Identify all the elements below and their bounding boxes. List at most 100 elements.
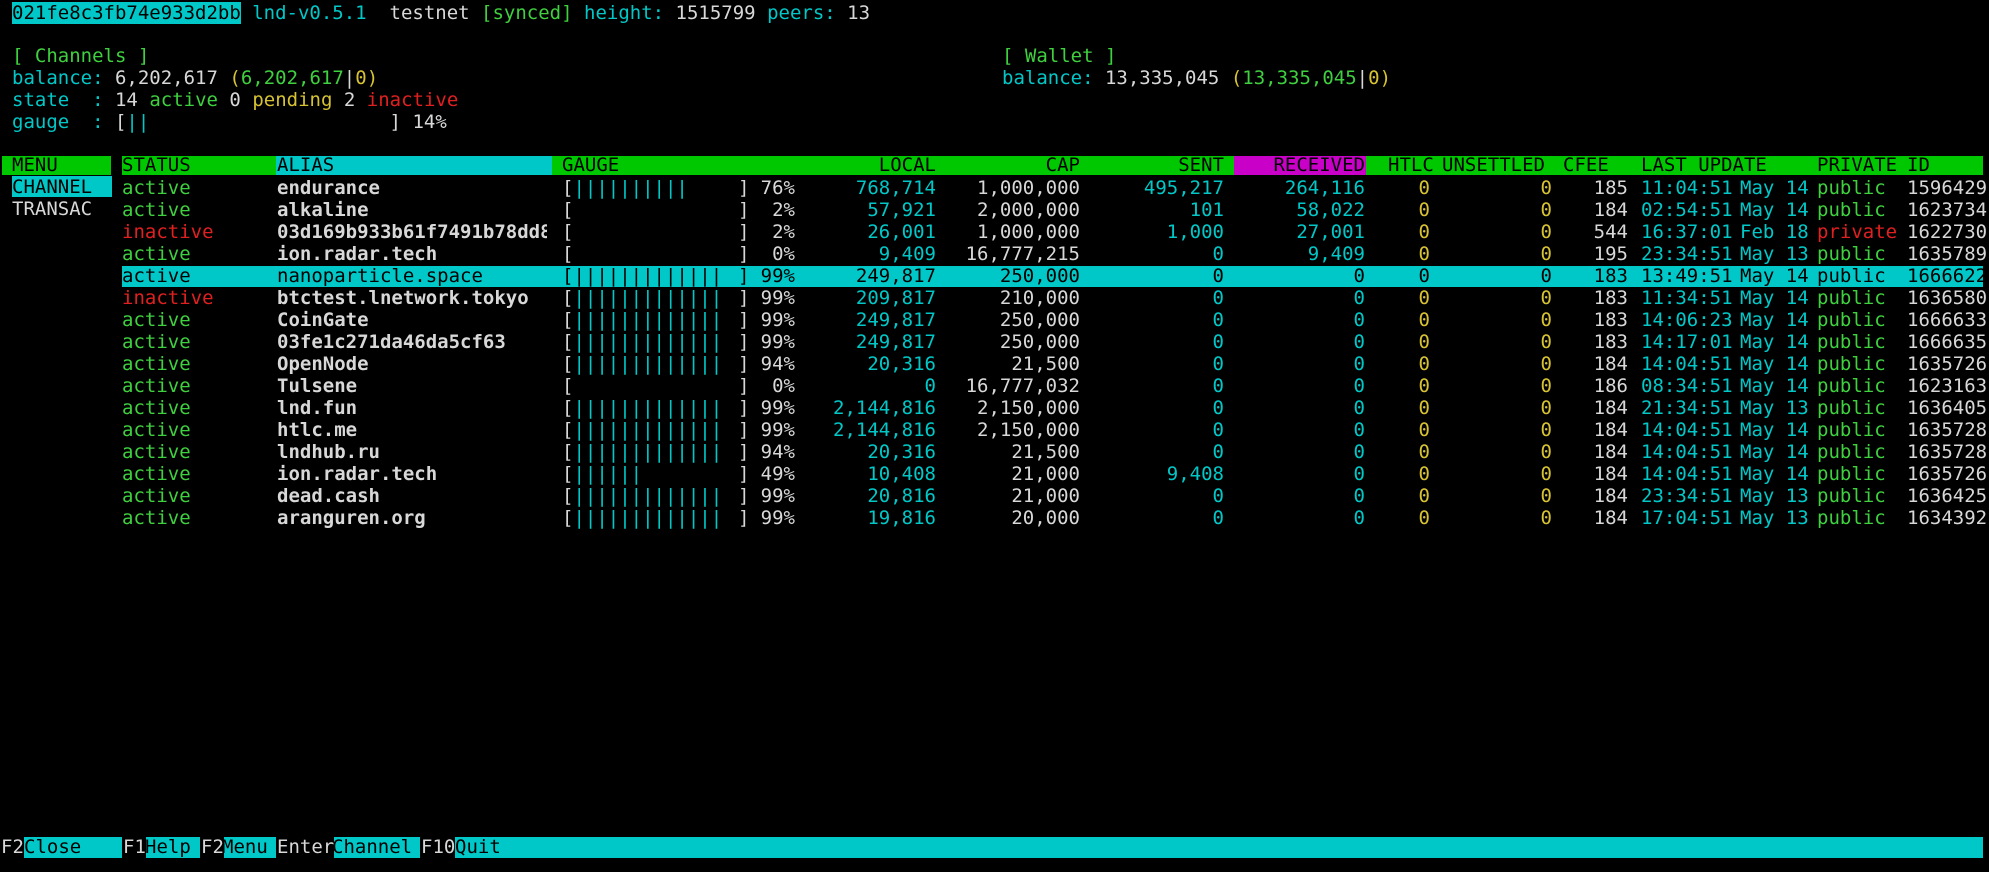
- col-header-id[interactable]: ID: [1907, 156, 1967, 175]
- cell-received: 0: [1353, 287, 1365, 309]
- fkey-f10-key[interactable]: F10: [420, 837, 456, 858]
- gauge-bracket-right: ]: [738, 419, 750, 441]
- cell-cap: 21,000: [1011, 485, 1080, 507]
- cell-cap: 250,000: [999, 309, 1080, 331]
- cell-local: 26,001: [867, 221, 936, 243]
- col-header-sent[interactable]: SENT: [1100, 156, 1224, 175]
- cell-private: public: [1817, 441, 1886, 463]
- col-header-status[interactable]: STATUS: [122, 156, 272, 175]
- fkey-f1-key[interactable]: F1: [122, 837, 146, 858]
- wallet-title: [ Wallet ]: [1002, 45, 1117, 67]
- cell-date: May 14: [1740, 177, 1809, 199]
- cell-date: May 14: [1740, 463, 1809, 485]
- cell-gauge: [: [562, 199, 752, 221]
- col-header-cfee[interactable]: CFEE: [1563, 156, 1623, 175]
- fkey-enter-key[interactable]: Enter: [276, 837, 335, 858]
- cell-id: 1634392: [1907, 507, 1987, 529]
- cell-date: May 13: [1740, 397, 1809, 419]
- gauge-bar: ||||||: [573, 463, 643, 485]
- menu-item-channel[interactable]: CHANNEL: [12, 176, 112, 198]
- cell-sent: 0: [1212, 265, 1224, 287]
- gauge-bracket-left: [: [562, 199, 574, 221]
- state-label: state :: [12, 89, 104, 111]
- cell-id: 1622730: [1907, 221, 1987, 243]
- cell-cap: 210,000: [999, 287, 1080, 309]
- cell-alias: lnd.fun: [277, 397, 358, 419]
- gauge-label: gauge :: [12, 111, 104, 133]
- cell-time: 23:34:51: [1641, 243, 1733, 265]
- gauge-bar: |||||||||||||: [573, 309, 723, 331]
- cell-id: 1636425: [1907, 485, 1987, 507]
- cell-id: 1636580: [1907, 287, 1987, 309]
- col-header-last-update[interactable]: LAST UPDATE: [1641, 156, 1791, 175]
- col-header-received[interactable]: RECEIVED: [1234, 156, 1365, 175]
- fkey-quit-label[interactable]: Quit: [455, 837, 515, 858]
- cell-local: 10,408: [867, 463, 936, 485]
- cell-local: 57,921: [867, 199, 936, 221]
- cell-htlc: 0: [1418, 353, 1430, 375]
- gauge-bracket-right: ]: [738, 375, 750, 397]
- cell-gauge: [: [562, 221, 752, 243]
- cell-cfee: 183: [1593, 287, 1628, 309]
- cell-time: 08:34:51: [1641, 375, 1733, 397]
- fkey-f2-key[interactable]: F2: [0, 837, 24, 858]
- cell-alias: OpenNode: [277, 353, 369, 375]
- fkey-channel-label[interactable]: Channel: [332, 837, 417, 858]
- gauge-bracket-left: [: [562, 177, 574, 199]
- cell-status: active: [122, 485, 191, 507]
- cell-alias: ion.radar.tech: [277, 463, 438, 485]
- col-header-gauge[interactable]: GAUGE: [562, 156, 662, 175]
- fkey-help-label[interactable]: Help: [145, 837, 200, 858]
- cell-time: 02:54:51: [1641, 199, 1733, 221]
- col-header-local[interactable]: LOCAL: [830, 156, 936, 175]
- gauge-bracket-left: [: [562, 265, 574, 287]
- cell-sent: 101: [1189, 199, 1224, 221]
- cell-unsettled: 0: [1540, 353, 1552, 375]
- pending-count: 0: [229, 89, 241, 111]
- channels-balance: balance: 6,202,617 (6,202,617|0): [12, 67, 379, 89]
- lnd-version: lnd-v0.5.1: [252, 2, 367, 24]
- cell-status: active: [122, 309, 191, 331]
- cell-received: 0: [1353, 441, 1365, 463]
- gauge-bracket-right: ]: [738, 507, 750, 529]
- col-header-private[interactable]: PRIVATE: [1817, 156, 1907, 175]
- cell-status: active: [122, 507, 191, 529]
- cell-received: 0: [1353, 507, 1365, 529]
- cell-id: 1623734: [1907, 199, 1987, 221]
- cell-htlc: 0: [1418, 463, 1430, 485]
- gauge-bar: |||||||||||||: [573, 331, 723, 353]
- col-header-unsettled[interactable]: UNSETTLED: [1442, 156, 1572, 175]
- channels-balance-label: balance:: [12, 67, 104, 89]
- col-header-cap[interactable]: CAP: [960, 156, 1080, 175]
- cell-private: public: [1817, 287, 1886, 309]
- fkey-menu-label[interactable]: Menu: [222, 837, 277, 858]
- cell-unsettled: 0: [1540, 331, 1552, 353]
- cell-cfee: 195: [1593, 243, 1628, 265]
- fkey-close-label[interactable]: Close: [24, 837, 112, 858]
- cell-received: 0: [1353, 265, 1365, 287]
- cell-alias: alkaline: [277, 199, 369, 221]
- cell-date: Feb 18: [1740, 221, 1809, 243]
- menu-item-transac[interactable]: TRANSAC: [12, 198, 112, 220]
- cell-time: 17:04:51: [1641, 507, 1733, 529]
- cell-received: 0: [1353, 331, 1365, 353]
- col-header-alias[interactable]: ALIAS: [277, 156, 547, 175]
- cell-status: active: [122, 419, 191, 441]
- cell-htlc: 0: [1418, 287, 1430, 309]
- gauge-bar: |||||||||||||: [573, 287, 723, 309]
- gauge-bar: |||||||||||||: [573, 353, 723, 375]
- cell-local: 0: [924, 375, 936, 397]
- cell-cap: 16,777,032: [965, 375, 1080, 397]
- cell-cap: 21,000: [1011, 463, 1080, 485]
- cell-gauge: [|||||||||||||: [562, 397, 752, 419]
- cell-id: 1635728: [1907, 441, 1987, 463]
- cell-received: 58,022: [1296, 199, 1365, 221]
- cell-date: May 13: [1740, 507, 1809, 529]
- cell-status: active: [122, 353, 191, 375]
- cell-gauge: [||||||||||: [562, 177, 752, 199]
- fkey-f2-key[interactable]: F2: [200, 837, 224, 858]
- col-header-htlc[interactable]: HTLC: [1388, 156, 1438, 175]
- cell-time: 14:04:51: [1641, 353, 1733, 375]
- cell-gauge: [|||||||||||||: [562, 441, 752, 463]
- cell-cfee: 184: [1593, 199, 1628, 221]
